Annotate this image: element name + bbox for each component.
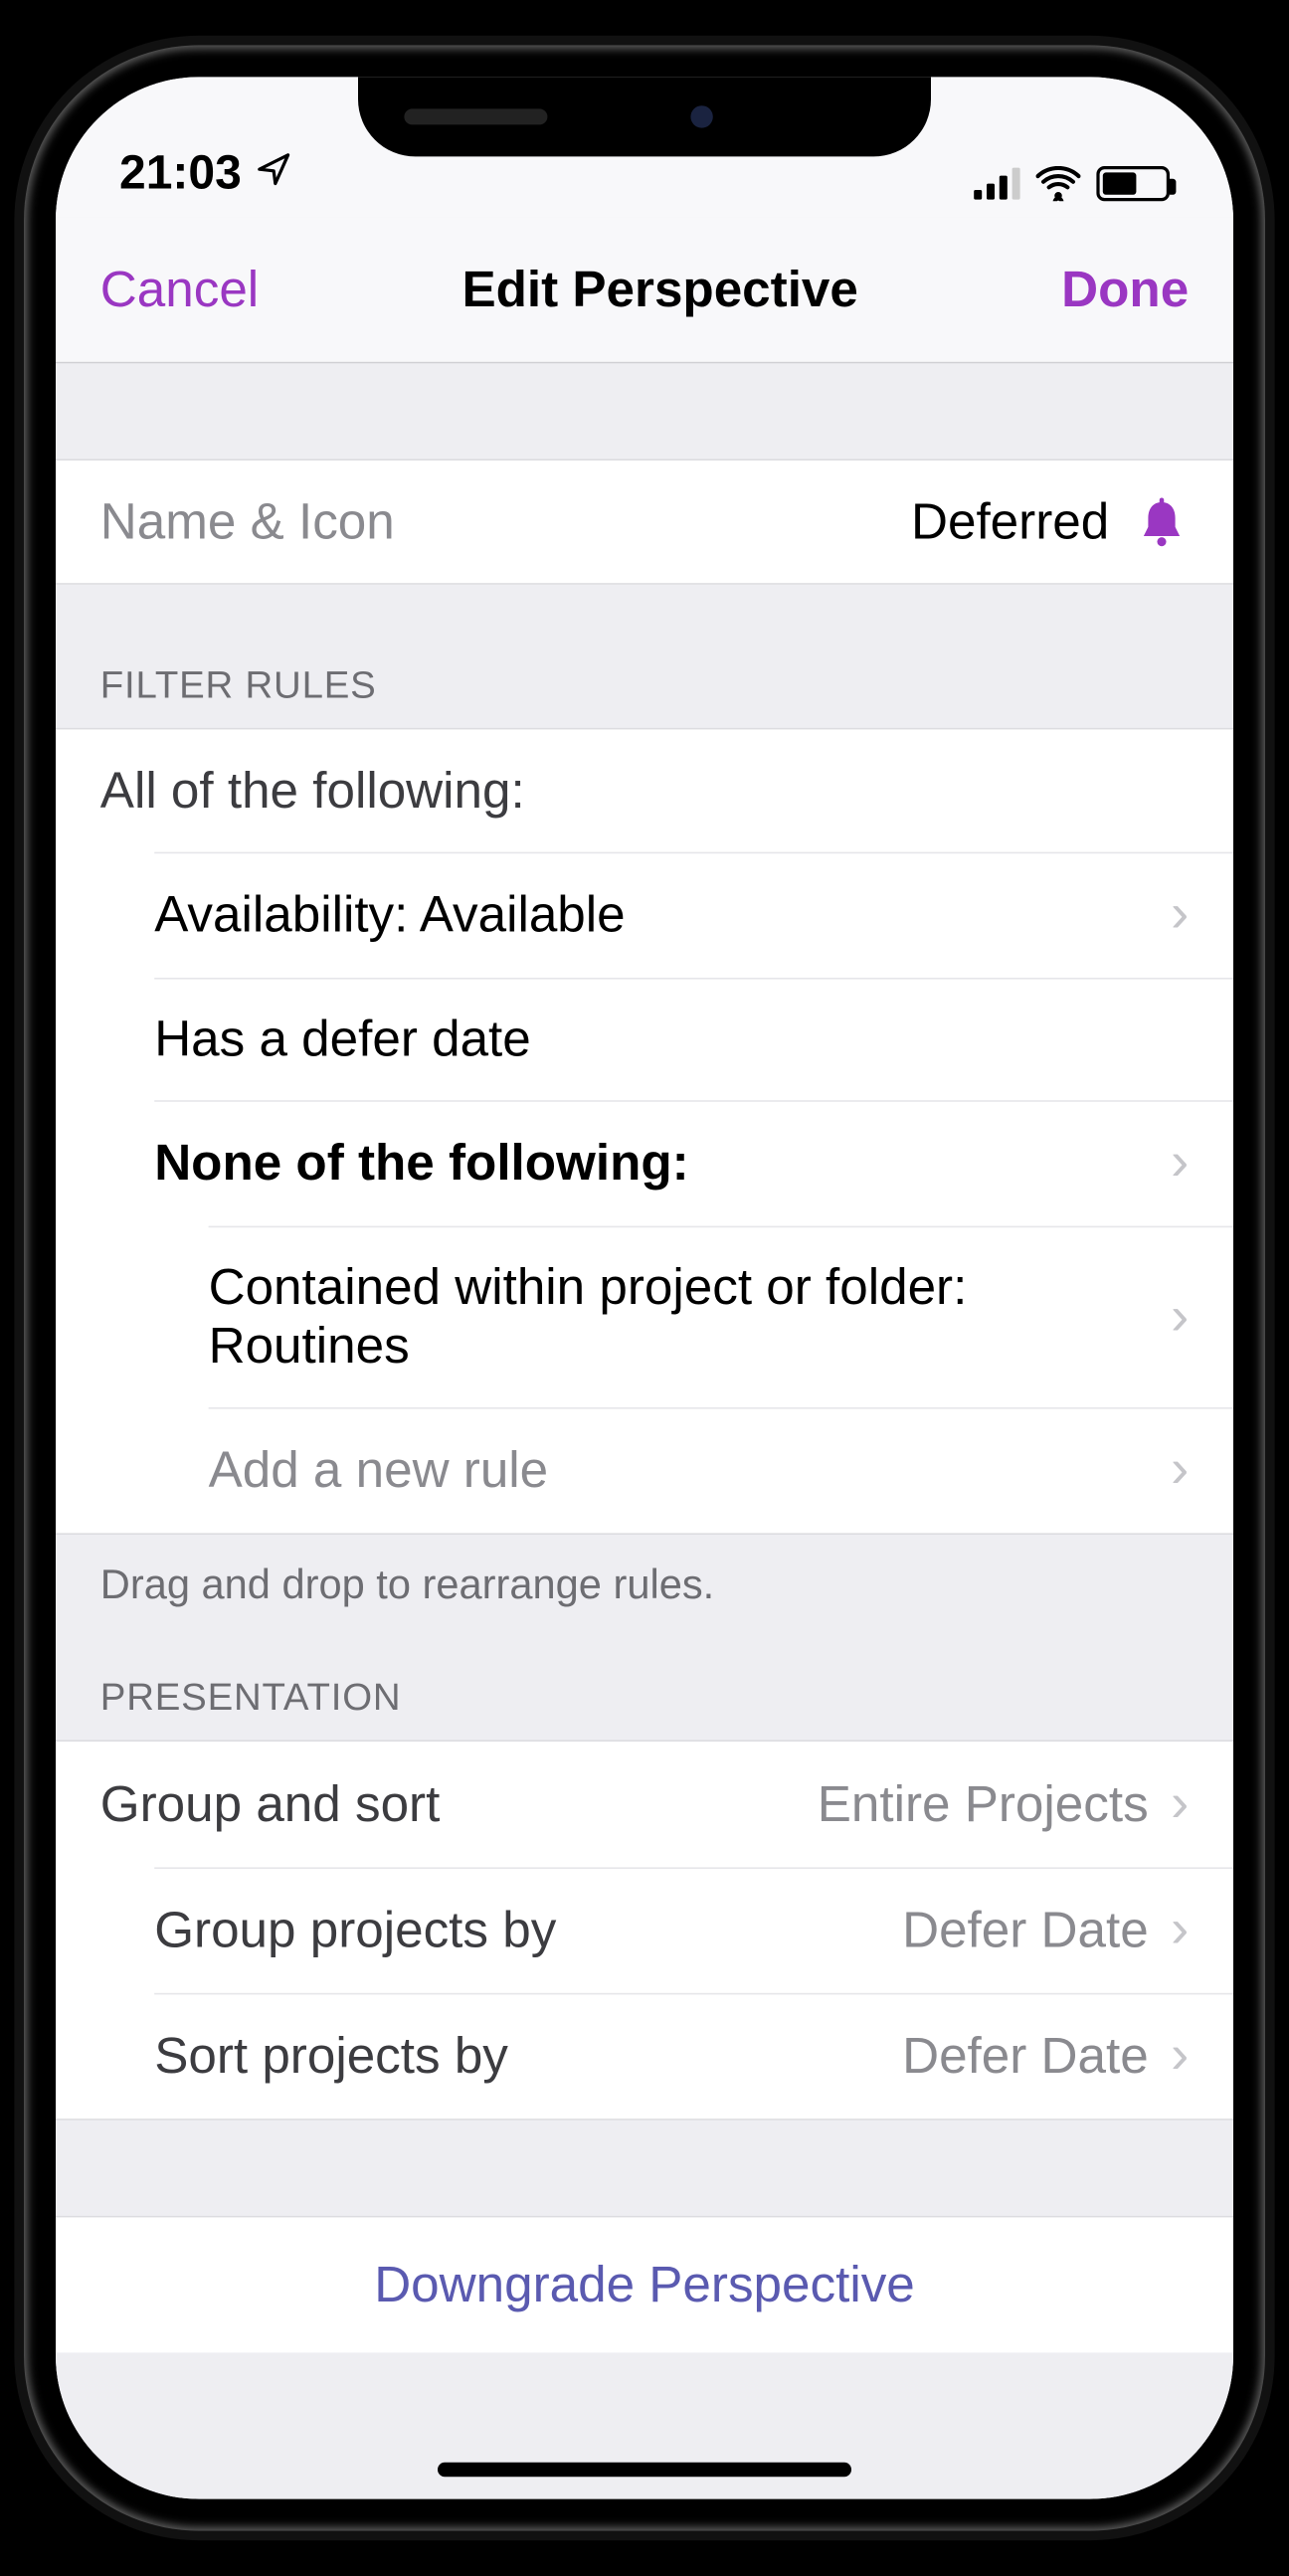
chevron-right-icon: › <box>1171 1899 1189 1960</box>
sort-projects-by-row[interactable]: Sort projects by Defer Date › <box>56 1993 1233 2118</box>
group-and-sort-row[interactable]: Group and sort Entire Projects › <box>56 1742 1233 1867</box>
downgrade-perspective-button[interactable]: Downgrade Perspective <box>56 2216 1233 2353</box>
downgrade-label: Downgrade Perspective <box>374 2256 915 2313</box>
rule-has-defer-date[interactable]: Has a defer date <box>56 978 1233 1100</box>
name-icon-label: Name & Icon <box>100 492 395 551</box>
rule-availability[interactable]: Availability: Available › <box>56 852 1233 978</box>
navbar: Cancel Edit Perspective Done <box>56 217 1233 363</box>
rule-availability-label: Availability: Available <box>154 885 625 944</box>
chevron-right-icon: › <box>1171 2025 1189 2087</box>
filter-footnote: Drag and drop to rearrange rules. <box>56 1535 1233 1622</box>
group-sort-label: Group and sort <box>100 1775 441 1834</box>
filter-rules-header: FILTER RULES <box>56 585 1233 728</box>
done-button[interactable]: Done <box>1061 260 1189 318</box>
notch <box>358 77 931 156</box>
cancel-button[interactable]: Cancel <box>100 260 259 318</box>
bell-icon <box>1135 494 1189 548</box>
rule-all-of[interactable]: All of the following: <box>56 729 1233 851</box>
chevron-right-icon: › <box>1171 1773 1189 1835</box>
location-icon <box>255 147 292 201</box>
rule-none-of-label: None of the following: <box>154 1134 689 1193</box>
wifi-icon <box>1036 166 1081 201</box>
chevron-right-icon: › <box>1171 1286 1189 1348</box>
cellular-icon <box>974 168 1019 200</box>
home-indicator[interactable] <box>438 2463 851 2477</box>
add-rule-label: Add a new rule <box>209 1441 549 1500</box>
chevron-right-icon: › <box>1171 884 1189 946</box>
add-rule[interactable]: Add a new rule › <box>56 1407 1233 1533</box>
name-icon-row[interactable]: Name & Icon Deferred <box>56 459 1233 584</box>
battery-icon <box>1096 166 1170 201</box>
presentation-group: Group and sort Entire Projects › Group p… <box>56 1740 1233 2119</box>
group-by-label: Group projects by <box>154 1901 556 1959</box>
rule-none-of[interactable]: None of the following: › <box>56 1100 1233 1225</box>
sort-by-value: Defer Date <box>902 2026 1149 2085</box>
rule-all-of-label: All of the following: <box>100 761 525 820</box>
rule-contained-label: Contained within project or folder: Rout… <box>209 1258 1036 1376</box>
rule-defer-label: Has a defer date <box>154 1010 531 1068</box>
status-time: 21:03 <box>119 147 242 201</box>
chevron-right-icon: › <box>1171 1132 1189 1194</box>
sort-by-label: Sort projects by <box>154 2026 508 2085</box>
presentation-header: PRESENTATION <box>56 1622 1233 1740</box>
page-title: Edit Perspective <box>461 260 857 318</box>
group-projects-by-row[interactable]: Group projects by Defer Date › <box>56 1867 1233 1992</box>
chevron-right-icon: › <box>1171 1439 1189 1501</box>
group-sort-value: Entire Projects <box>818 1775 1149 1834</box>
perspective-name: Deferred <box>911 492 1109 551</box>
filter-rules-group: All of the following: Availability: Avai… <box>56 728 1233 1535</box>
group-by-value: Defer Date <box>902 1901 1149 1959</box>
rule-contained-within[interactable]: Contained within project or folder: Rout… <box>56 1226 1233 1407</box>
